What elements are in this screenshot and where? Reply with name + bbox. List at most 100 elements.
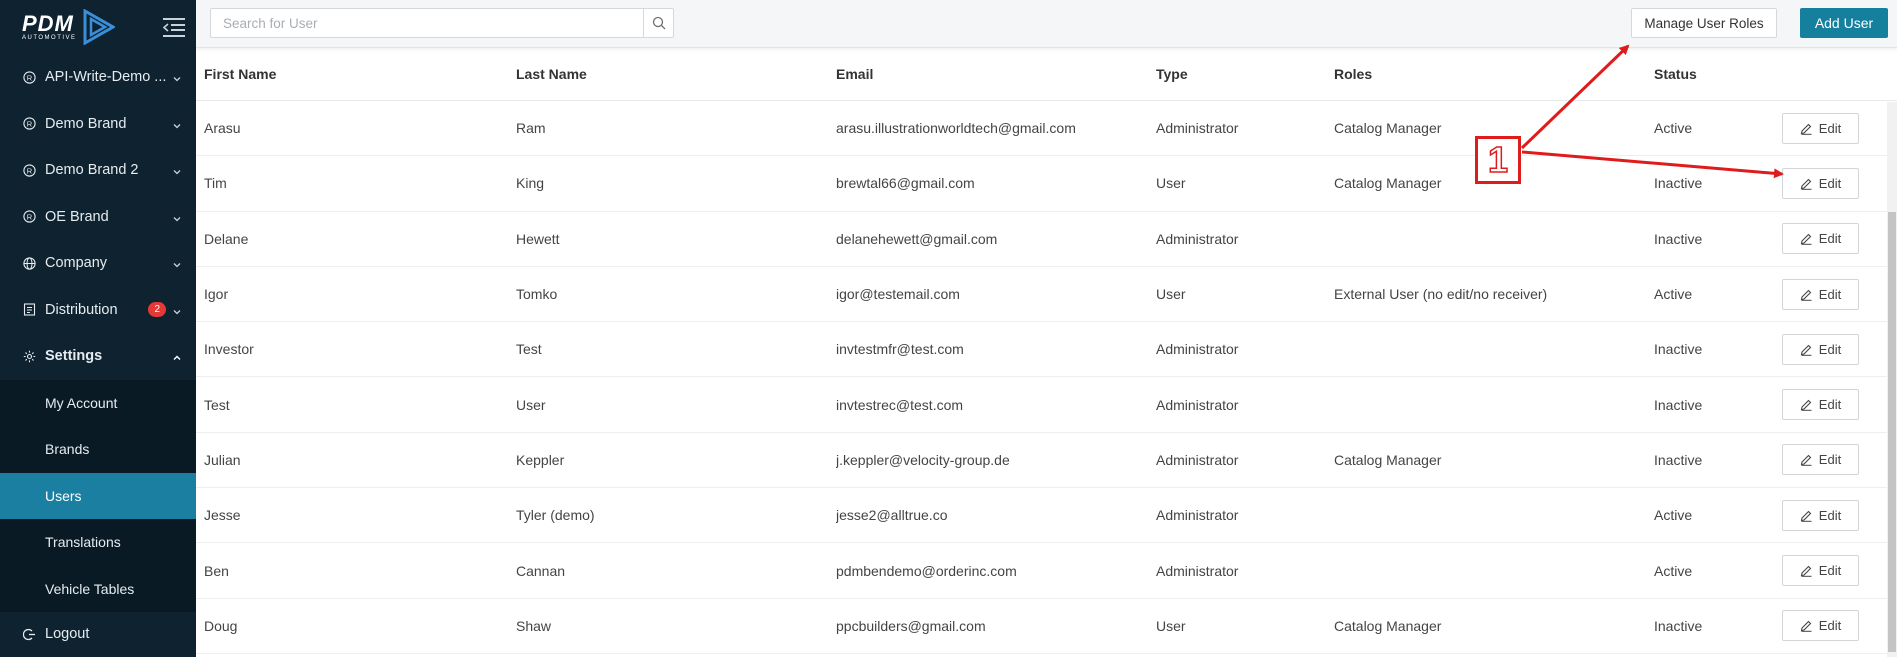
sidebar: PDM AUTOMOTIVE R API-Write-Demo ... R Demo … bbox=[0, 0, 196, 657]
table-row: Tim King brewtal66@gmail.com User Catalog Ma… bbox=[196, 156, 1897, 212]
cell-last-name: King bbox=[516, 175, 545, 192]
collapse-menu-icon[interactable] bbox=[162, 16, 186, 38]
column-header-roles[interactable]: Roles bbox=[1334, 66, 1654, 82]
cell-roles: Catalog Manager bbox=[1334, 451, 1442, 468]
cell-email: arasu.illustrationworldtech@gmail.com bbox=[836, 120, 1076, 137]
table-row: Delane Hewett delanehewett@gmail.com Admini… bbox=[196, 212, 1897, 267]
sidebar-item-label: Distribution bbox=[45, 301, 118, 318]
logo[interactable]: PDM AUTOMOTIVE bbox=[0, 0, 196, 54]
pencil-icon bbox=[1800, 455, 1812, 467]
pencil-icon bbox=[1800, 233, 1812, 246]
chevron-down-icon[interactable] bbox=[172, 305, 182, 315]
column-header-status[interactable]: Status bbox=[1654, 66, 1782, 82]
annotation-callout: 1 bbox=[1475, 136, 1521, 184]
cell-type: User bbox=[1156, 175, 1186, 192]
sidebar-item-label: Demo Brand 2 bbox=[45, 162, 139, 179]
cell-first-name: Tim bbox=[204, 175, 227, 192]
sidebar-item-demo-brand[interactable]: R Demo Brand bbox=[0, 101, 196, 148]
logo-subtitle: AUTOMOTIVE bbox=[22, 34, 77, 41]
cell-actions: Edit bbox=[1782, 278, 1882, 310]
scrollbar[interactable] bbox=[1887, 102, 1897, 657]
registered-icon: R bbox=[22, 70, 36, 84]
cell-roles: Catalog Manager bbox=[1334, 120, 1442, 137]
column-header-last-name[interactable]: Last Name bbox=[516, 66, 836, 82]
add-user-button[interactable]: Add User bbox=[1800, 8, 1888, 38]
edit-button[interactable]: Edit bbox=[1782, 610, 1859, 642]
logo-wordmark: PDM AUTOMOTIVE bbox=[22, 12, 77, 41]
sidebar-item-api-write-demo[interactable]: R API-Write-Demo ... bbox=[0, 54, 196, 101]
cell-first-name: Igor bbox=[204, 286, 229, 303]
search-button[interactable] bbox=[643, 9, 673, 37]
sidebar-item-company[interactable]: Company bbox=[0, 240, 196, 287]
sidebar-subitem-vehicle-tables[interactable]: Vehicle Tables bbox=[0, 565, 196, 612]
chevron-up-icon[interactable] bbox=[172, 351, 182, 361]
edit-label: Edit bbox=[1818, 452, 1842, 468]
edit-button[interactable]: Edit bbox=[1782, 112, 1859, 144]
cell-status: Inactive bbox=[1654, 396, 1703, 413]
registered-icon: R bbox=[22, 117, 36, 131]
table-row: Jesse Tyler (demo) jesse2@alltrue.co Admini… bbox=[196, 488, 1897, 544]
edit-button[interactable]: Edit bbox=[1782, 389, 1859, 421]
globe-icon bbox=[22, 256, 36, 270]
sidebar-subitem-users[interactable]: Users bbox=[0, 472, 196, 519]
sidebar-item-oe-brand[interactable]: R OE Brand bbox=[0, 194, 196, 241]
cell-type: Administrator bbox=[1156, 562, 1239, 579]
cell-email: invtestrec@test.com bbox=[836, 396, 964, 413]
registered-icon: R bbox=[22, 210, 36, 224]
sidebar-item-distribution[interactable]: Distribution 2 bbox=[0, 287, 196, 334]
edit-button[interactable]: Edit bbox=[1782, 333, 1859, 365]
cell-first-name: Arasu bbox=[204, 120, 241, 137]
pencil-icon bbox=[1800, 510, 1812, 522]
document-icon bbox=[22, 303, 36, 317]
edit-label: Edit bbox=[1818, 507, 1842, 523]
sidebar-item-settings[interactable]: Settings bbox=[0, 333, 196, 380]
edit-button[interactable]: Edit bbox=[1782, 444, 1859, 476]
cell-last-name: Ram bbox=[516, 120, 546, 137]
edit-button[interactable]: Edit bbox=[1782, 499, 1859, 531]
cell-type: Administrator bbox=[1156, 396, 1239, 413]
sidebar-subitem-my-account[interactable]: My Account bbox=[0, 379, 196, 426]
edit-label: Edit bbox=[1818, 397, 1842, 413]
cell-type: Administrator bbox=[1156, 120, 1239, 137]
notification-badge: 2 bbox=[148, 302, 166, 318]
search-input[interactable] bbox=[211, 9, 643, 37]
cell-last-name: Test bbox=[516, 341, 542, 358]
search-box bbox=[210, 8, 674, 38]
logout-button[interactable]: Logout bbox=[0, 611, 196, 657]
cell-type: Administrator bbox=[1156, 230, 1239, 247]
manage-user-roles-button[interactable]: Manage User Roles bbox=[1631, 8, 1777, 38]
sidebar-item-demo-brand-2[interactable]: R Demo Brand 2 bbox=[0, 147, 196, 194]
cell-first-name: Julian bbox=[204, 451, 241, 468]
pencil-icon bbox=[1800, 621, 1812, 633]
sidebar-subitem-brands[interactable]: Brands bbox=[0, 426, 196, 473]
column-header-email[interactable]: Email bbox=[836, 66, 1156, 82]
chevron-down-icon[interactable] bbox=[172, 119, 182, 129]
chevron-down-icon[interactable] bbox=[172, 212, 182, 222]
edit-button[interactable]: Edit bbox=[1782, 167, 1859, 199]
top-bar: Manage User Roles Add User bbox=[196, 0, 1897, 48]
search-icon bbox=[652, 16, 665, 30]
edit-button[interactable]: Edit bbox=[1782, 555, 1859, 587]
nav-list: R API-Write-Demo ... R Demo Brand R Demo Bran… bbox=[0, 54, 196, 612]
chevron-down-icon[interactable] bbox=[172, 165, 182, 175]
chevron-down-icon[interactable] bbox=[172, 72, 182, 82]
cell-email: ppcbuilders@gmail.com bbox=[836, 617, 986, 634]
cell-status: Inactive bbox=[1654, 451, 1703, 468]
edit-button[interactable]: Edit bbox=[1782, 278, 1859, 310]
cell-last-name: Shaw bbox=[516, 617, 552, 634]
scrollbar-thumb[interactable] bbox=[1888, 212, 1896, 652]
cell-roles: Catalog Manager bbox=[1334, 617, 1442, 634]
sidebar-subitem-translations[interactable]: Translations bbox=[0, 519, 196, 566]
cell-first-name: Jesse bbox=[204, 507, 241, 524]
table-row: Julian Keppler j.keppler@velocity-group.de… bbox=[196, 433, 1897, 489]
cell-roles: External User (no edit/no receiver) bbox=[1334, 286, 1548, 303]
chevron-down-icon[interactable] bbox=[172, 258, 182, 268]
column-header-type[interactable]: Type bbox=[1156, 66, 1334, 82]
logo-play-icon bbox=[83, 9, 115, 45]
logout-label: Logout bbox=[45, 626, 90, 642]
column-header-first-name[interactable]: First Name bbox=[196, 66, 516, 82]
edit-button[interactable]: Edit bbox=[1782, 223, 1859, 255]
cell-actions: Edit bbox=[1782, 112, 1882, 144]
cell-last-name: Tyler (demo) bbox=[516, 507, 595, 524]
cell-status: Active bbox=[1654, 562, 1693, 579]
